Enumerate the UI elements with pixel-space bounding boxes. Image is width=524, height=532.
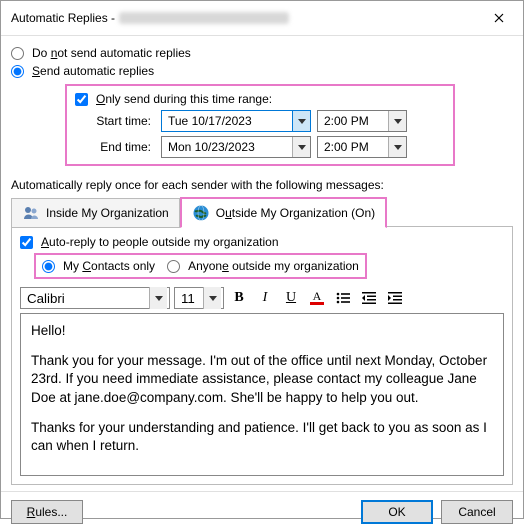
chevron-down-icon (149, 287, 167, 309)
chevron-down-icon (292, 137, 310, 157)
globe-icon (192, 204, 210, 222)
time-range-label: Only send during this time range: (96, 92, 272, 106)
chevron-down-icon (388, 111, 406, 131)
indent-icon (388, 292, 402, 304)
ok-button[interactable]: OK (361, 500, 433, 524)
chevron-down-icon (388, 137, 406, 157)
tab-inside[interactable]: Inside My Organization (11, 198, 180, 228)
contacts-only-row[interactable]: My Contacts only (42, 259, 155, 273)
start-time-label: Start time: (75, 114, 155, 128)
account-email-blurred (119, 12, 289, 24)
time-range-check-row[interactable]: Only send during this time range: (75, 92, 445, 106)
automatic-replies-dialog: Automatic Replies - Do not send automati… (0, 0, 524, 519)
anyone-label: Anyone outside my organization (188, 259, 359, 273)
contacts-only-label: My Contacts only (63, 259, 155, 273)
end-date-combo[interactable]: Mon 10/23/2023 (161, 136, 311, 158)
font-color-bar (310, 302, 324, 305)
start-date-combo[interactable]: Tue 10/17/2023 (161, 110, 311, 132)
end-time-label: End time: (75, 140, 155, 154)
font-color-button[interactable]: A (306, 287, 328, 309)
end-time-value: 2:00 PM (318, 140, 388, 154)
close-icon (494, 13, 504, 23)
dont-send-label: Do not send automatic replies (32, 46, 191, 60)
cancel-label: Cancel (458, 505, 495, 519)
editor-toolbar: B I U A (20, 287, 504, 309)
start-date-value: Tue 10/17/2023 (162, 114, 292, 128)
send-radio[interactable] (11, 65, 24, 78)
message-p1: Hello! (31, 322, 493, 340)
close-button[interactable] (483, 7, 515, 29)
chevron-down-icon (203, 287, 221, 309)
contacts-only-radio[interactable] (42, 260, 55, 273)
tab-outside-label: Outside My Organization (On) (216, 206, 375, 220)
font-family-combo[interactable] (20, 287, 170, 309)
tab-inside-label: Inside My Organization (46, 206, 169, 220)
section-label: Automatically reply once for each sender… (11, 178, 513, 192)
scope-row: My Contacts only Anyone outside my organ… (34, 253, 367, 279)
end-time-combo[interactable]: 2:00 PM (317, 136, 407, 158)
auto-reply-outside-row[interactable]: Auto-reply to people outside my organiza… (20, 235, 504, 249)
italic-button[interactable]: I (254, 287, 276, 309)
bold-button[interactable]: B (228, 287, 250, 309)
send-label: Send automatic replies (32, 64, 154, 78)
bullets-button[interactable] (332, 287, 354, 309)
rules-label: Rules... (27, 505, 68, 519)
cancel-button[interactable]: Cancel (441, 500, 513, 524)
time-range-checkbox[interactable] (75, 93, 88, 106)
outside-panel: Auto-reply to people outside my organiza… (11, 226, 513, 485)
dialog-title: Automatic Replies - (11, 11, 115, 25)
dont-send-radio-row[interactable]: Do not send automatic replies (11, 46, 513, 60)
rules-button[interactable]: Rules... (11, 500, 83, 524)
outdent-icon (362, 292, 376, 304)
ok-label: OK (388, 505, 405, 519)
font-color-a: A (313, 291, 322, 301)
time-range-block: Only send during this time range: Start … (65, 84, 455, 166)
dialog-footer: Rules... OK Cancel (1, 491, 523, 532)
outdent-button[interactable] (358, 287, 380, 309)
font-family-value[interactable] (21, 288, 149, 308)
message-editor[interactable]: Hello! Thank you for your message. I'm o… (20, 313, 504, 476)
tab-outside[interactable]: Outside My Organization (On) (180, 197, 387, 228)
font-size-value[interactable] (175, 288, 203, 308)
font-size-combo[interactable] (174, 287, 224, 309)
bullets-icon (336, 292, 350, 304)
underline-button[interactable]: U (280, 287, 302, 309)
tabs: Inside My Organization Outside My Organi… (11, 196, 513, 227)
start-time-combo[interactable]: 2:00 PM (317, 110, 407, 132)
auto-reply-outside-label: Auto-reply to people outside my organiza… (41, 235, 279, 249)
message-p3: Thanks for your understanding and patien… (31, 419, 493, 455)
end-date-value: Mon 10/23/2023 (162, 140, 292, 154)
people-icon (22, 204, 40, 222)
send-radio-row[interactable]: Send automatic replies (11, 64, 513, 78)
chevron-down-icon (292, 111, 310, 131)
titlebar: Automatic Replies - (1, 1, 523, 36)
anyone-radio[interactable] (167, 260, 180, 273)
anyone-row[interactable]: Anyone outside my organization (167, 259, 359, 273)
dont-send-radio[interactable] (11, 47, 24, 60)
start-time-value: 2:00 PM (318, 114, 388, 128)
message-p2: Thank you for your message. I'm out of t… (31, 352, 493, 407)
auto-reply-outside-checkbox[interactable] (20, 236, 33, 249)
indent-button[interactable] (384, 287, 406, 309)
